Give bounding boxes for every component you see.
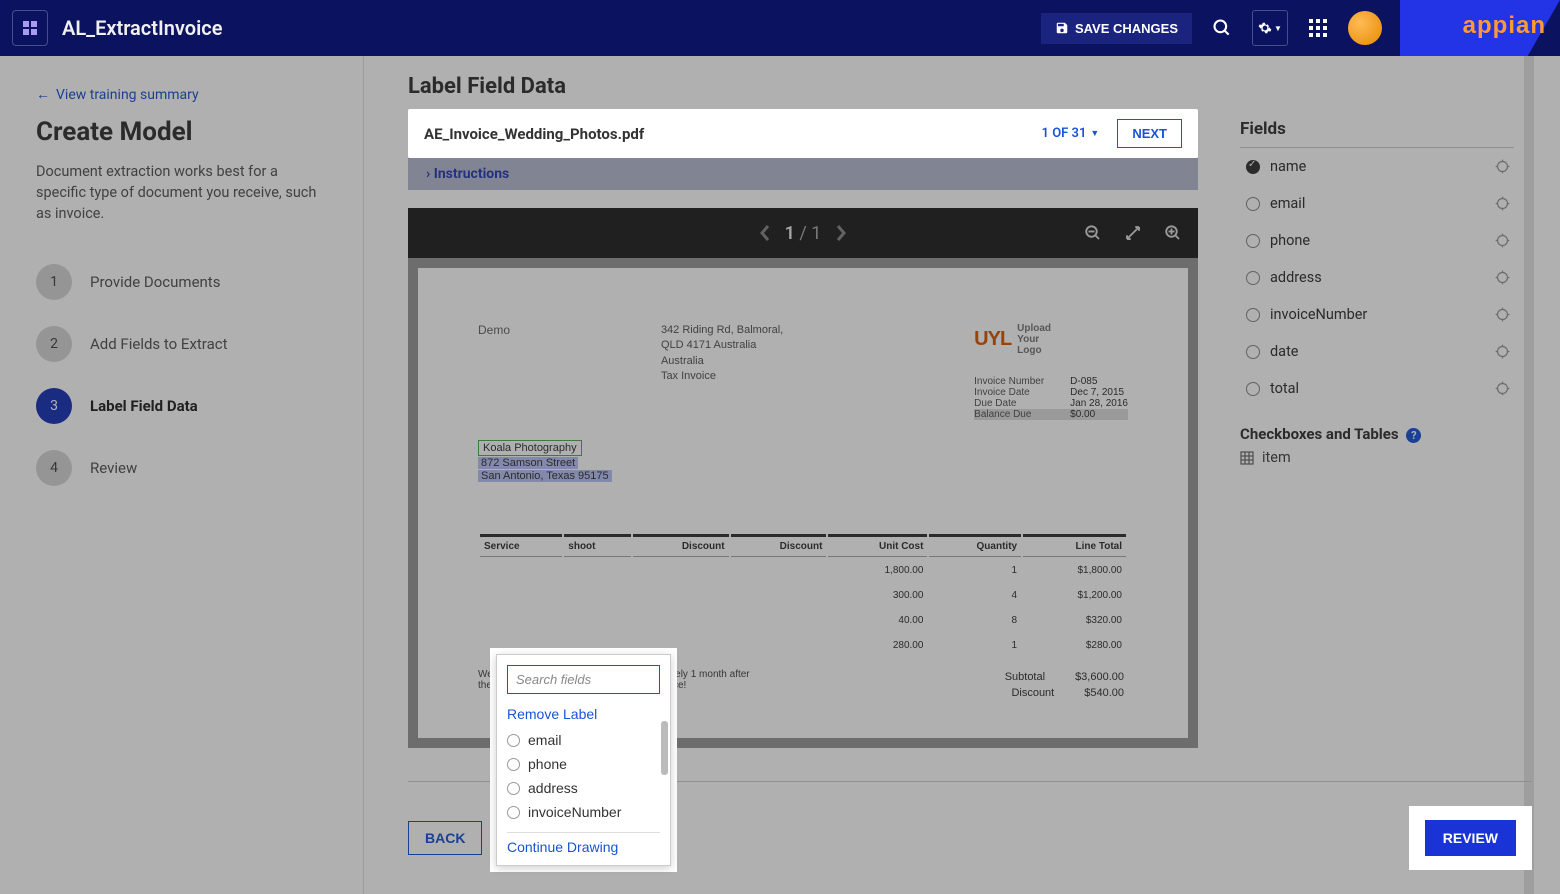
popup-option-phone[interactable]: phone [507,752,660,776]
step-number: 4 [36,450,72,486]
section-heading: Label Field Data [408,74,1532,99]
fields-panel: Fields nameemailphoneaddressinvoiceNumbe… [1222,109,1532,748]
doc-items-table: ServiceshootDiscountDiscountUnit CostQua… [478,532,1128,659]
main-content: Label Field Data AE_Invoice_Wedding_Phot… [364,56,1560,894]
viewer-toolbar: 1 / 1 [408,208,1198,258]
step-label: Provide Documents [90,273,220,291]
radio-icon [1246,308,1260,322]
table-icon [1240,451,1254,465]
field-phone[interactable]: phone [1240,222,1514,259]
caret-down-icon: ▼ [1090,128,1099,139]
next-document-button[interactable]: NEXT [1117,119,1182,148]
wizard-step-2[interactable]: 2 Add Fields to Extract [36,326,327,362]
selected-region-line2[interactable]: San Antonio, Texas 95175 [478,470,612,482]
prev-page-icon[interactable] [759,224,771,242]
settings-menu-button[interactable]: ▼ [1252,10,1288,46]
field-date[interactable]: date [1240,333,1514,370]
app-title: AL_ExtractInvoice [62,16,222,40]
field-name[interactable]: name [1240,148,1514,185]
doc-bill-to: Koala Photography 872 Samson Street San … [478,440,1128,482]
field-total[interactable]: total [1240,370,1514,407]
search-icon[interactable] [1204,10,1240,46]
doc-demo-label: Demo [478,323,510,420]
radio-icon [1246,345,1260,359]
step-label: Review [90,459,137,477]
step-label: Label Field Data [90,397,198,415]
field-search-input[interactable] [507,665,660,694]
fields-heading: Fields [1240,109,1514,148]
document-page[interactable]: Demo 342 Riding Rd, Balmoral,QLD 4171 Au… [418,268,1188,738]
wizard-step-3[interactable]: 3 Label Field Data [36,388,327,424]
sidebar-heading: Create Model [36,117,327,147]
instructions-toggle[interactable]: › Instructions [408,158,1198,190]
radio-icon [1246,234,1260,248]
popup-scrollbar[interactable] [661,721,668,775]
app-header: AL_ExtractInvoice SAVE CHANGES ▼ appian [0,0,1560,56]
remove-label-link[interactable]: Remove Label [507,706,660,722]
wizard-step-4[interactable]: 4 Review [36,450,327,486]
continue-drawing-link[interactable]: Continue Drawing [507,839,660,855]
radio-icon [507,806,520,819]
selected-region-line1[interactable]: 872 Samson Street [478,457,578,469]
zoom-in-icon[interactable] [1164,224,1182,242]
radio-icon [1246,382,1260,396]
radio-icon [507,782,520,795]
save-changes-button[interactable]: SAVE CHANGES [1041,13,1192,44]
sidebar-description: Document extraction works best for a spe… [36,161,327,224]
help-icon[interactable]: ? [1406,428,1421,443]
step-number: 3 [36,388,72,424]
app-logo-icon[interactable] [12,10,48,46]
target-icon[interactable] [1495,233,1510,248]
radio-icon [1246,197,1260,211]
target-icon[interactable] [1495,159,1510,174]
radio-icon [507,734,520,747]
target-icon[interactable] [1495,270,1510,285]
back-to-training-link[interactable]: ← View training summary [36,86,199,103]
field-address[interactable]: address [1240,259,1514,296]
radio-icon [507,758,520,771]
popup-option-invoiceNumber[interactable]: invoiceNumber [507,800,660,824]
checkboxes-tables-heading: Checkboxes and Tables ? [1240,425,1514,443]
target-icon[interactable] [1495,344,1510,359]
labeled-region-name[interactable]: Koala Photography [478,440,582,456]
step-number: 2 [36,326,72,362]
check-circle-icon [1246,160,1260,174]
chevron-right-icon: › [426,166,430,182]
step-number: 1 [36,264,72,300]
next-page-icon[interactable] [835,224,847,242]
table-field-item[interactable]: item [1240,449,1514,466]
doc-company-address: 342 Riding Rd, Balmoral,QLD 4171 Austral… [661,323,783,420]
zoom-out-icon[interactable] [1084,224,1102,242]
target-icon[interactable] [1495,307,1510,322]
popup-option-address[interactable]: address [507,776,660,800]
arrow-left-icon: ← [36,86,50,103]
brand-logo: appian [1400,0,1560,56]
label-field-popup: Remove Label emailphoneaddressinvoiceNum… [496,654,671,866]
document-filename: AE_Invoice_Wedding_Photos.pdf [424,125,644,143]
review-button[interactable]: REVIEW [1425,820,1516,856]
field-email[interactable]: email [1240,185,1514,222]
save-icon [1055,21,1069,35]
wizard-sidebar: ← View training summary Create Model Doc… [0,56,364,894]
apps-grid-icon[interactable] [1300,10,1336,46]
field-invoiceNumber[interactable]: invoiceNumber [1240,296,1514,333]
radio-icon [1246,271,1260,285]
target-icon[interactable] [1495,381,1510,396]
document-viewer: 1 / 1 Demo [408,208,1198,748]
document-selector-bar: AE_Invoice_Wedding_Photos.pdf 1 OF 31 ▼ … [408,109,1198,158]
viewer-page-indicator: 1 / 1 [785,223,822,244]
fullscreen-icon[interactable] [1124,224,1142,242]
doc-invoice-meta: Invoice NumberD-085Invoice DateDec 7, 20… [974,376,1128,420]
back-button[interactable]: BACK [408,821,482,855]
wizard-step-1[interactable]: 1 Provide Documents [36,264,327,300]
popup-option-email[interactable]: email [507,728,660,752]
user-avatar[interactable] [1348,11,1382,45]
document-page-selector[interactable]: 1 OF 31 ▼ [1042,126,1100,141]
doc-logo: UYL UploadYourLogo [974,323,1128,356]
target-icon[interactable] [1495,196,1510,211]
step-label: Add Fields to Extract [90,335,228,353]
